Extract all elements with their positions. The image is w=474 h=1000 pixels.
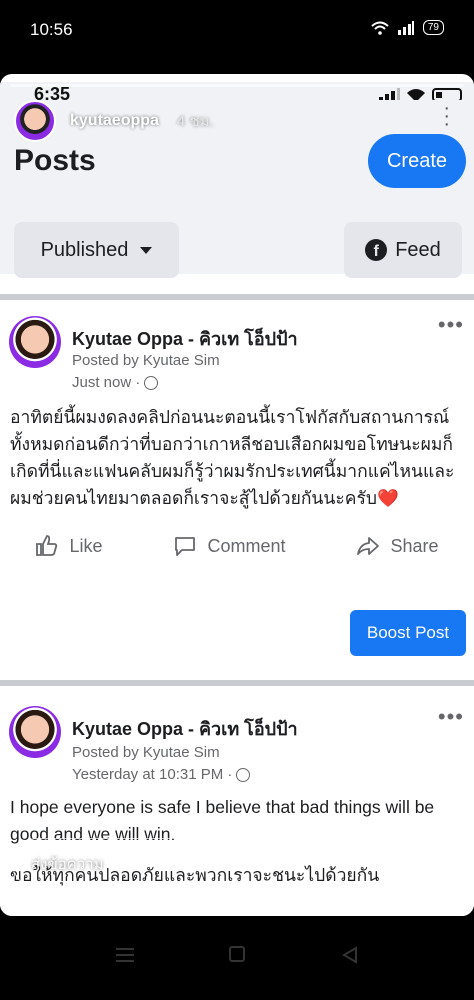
share-button[interactable]: Share (356, 534, 438, 558)
post-timestamp[interactable]: Just now · (72, 374, 159, 391)
story-frame[interactable]: 6:35 kyutaeoppa 4 ชม. · · · Posts Create P… (0, 74, 474, 916)
story-username[interactable]: kyutaeoppa (70, 112, 159, 130)
story-avatar[interactable] (14, 100, 56, 142)
story-more-icon[interactable]: · · · (443, 98, 450, 134)
screen: 10:56 79 6:35 kyutaeoppa 4 ชม. · · · Posts (0, 0, 474, 1000)
thumbs-up-icon (36, 535, 58, 556)
share-label: Share (390, 535, 439, 556)
system-nav-bar (0, 916, 474, 1000)
comment-label: Comment (207, 535, 286, 556)
post-more-icon[interactable]: ••• (438, 312, 464, 338)
phone-status-bar: 10:56 79 (0, 0, 474, 60)
boost-post-button[interactable]: Boost Post (350, 610, 466, 656)
home-icon[interactable] (229, 946, 245, 962)
page-title: Posts (14, 144, 96, 177)
page-avatar[interactable] (9, 316, 61, 368)
create-button[interactable]: Create (368, 134, 466, 188)
share-icon (357, 537, 380, 555)
caret-down-icon (140, 246, 153, 254)
post-more-icon[interactable]: ••• (438, 704, 464, 730)
story-progress-bar (10, 84, 464, 87)
post-timestamp[interactable]: Yesterday at 10:31 PM · (72, 766, 251, 783)
published-dropdown[interactable]: Published (14, 222, 179, 278)
post-time-text: Just now · (72, 374, 141, 391)
comment-icon (175, 537, 196, 556)
posts-header: kyutaeoppa 4 ชม. · · · Posts Create Publis… (0, 98, 474, 278)
published-label: Published (40, 238, 129, 261)
post-text: อาทิตย์นี้ผมงดลงคลิปก่อนนะตอนนี้เราโฟกัส… (10, 407, 455, 508)
globe-icon (236, 767, 251, 782)
facebook-icon: f (365, 239, 388, 261)
post-posted-by: Posted by Kyutae Sim (72, 352, 220, 369)
post-actions: Like Comment Share (0, 526, 474, 566)
post-page-name[interactable]: Kyutae Oppa - คิวเท โอ็ปป้า (72, 714, 298, 743)
wifi-icon (371, 21, 389, 35)
post-page-name[interactable]: Kyutae Oppa - คิวเท โอ็ปป้า (72, 324, 298, 353)
story-user[interactable]: kyutaeoppa 4 ชม. (14, 100, 214, 142)
reply-placeholder: ส่งข้อความ (31, 856, 104, 873)
comment-button[interactable]: Comment (173, 534, 285, 558)
battery-icon: 79 (422, 20, 444, 35)
send-icon[interactable] (426, 854, 456, 882)
status-time: 10:56 (30, 20, 73, 39)
globe-icon (144, 375, 159, 390)
feed-button[interactable]: f Feed (344, 222, 462, 278)
like-label: Like (69, 535, 103, 556)
post-posted-by: Posted by Kyutae Sim (72, 744, 220, 761)
story-time: 4 ชม. (176, 113, 214, 130)
page-avatar[interactable] (9, 706, 61, 758)
feed-label: Feed (395, 238, 441, 261)
post-card: Kyutae Oppa - คิวเท โอ็ปป้า Posted by Ky… (0, 300, 474, 678)
signal-icon (397, 20, 414, 35)
back-icon[interactable] (341, 946, 359, 964)
menu-icon[interactable] (116, 948, 134, 962)
status-icons: 79 (371, 20, 444, 35)
reply-input[interactable]: ส่งข้อความ (12, 838, 398, 888)
post-time-text: Yesterday at 10:31 PM · (72, 766, 233, 783)
like-button[interactable]: Like (35, 534, 103, 558)
